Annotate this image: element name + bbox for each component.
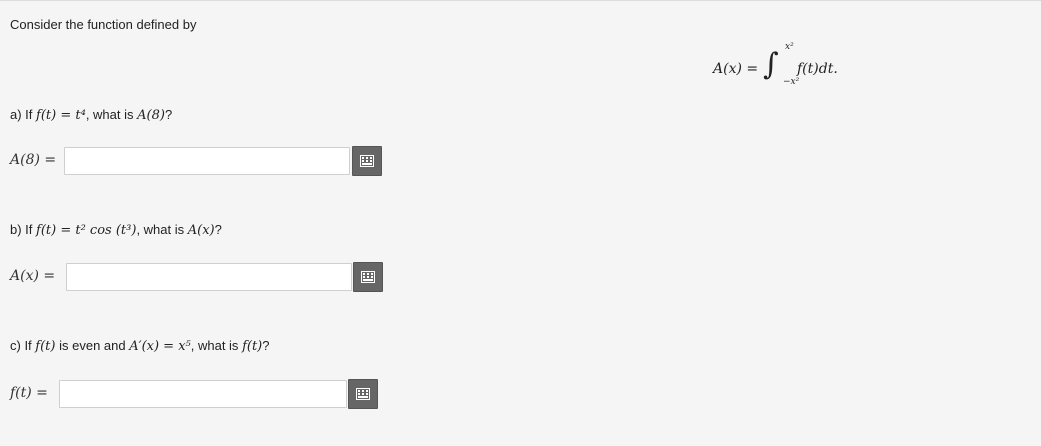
keypad-icon [356,388,370,400]
answer-b-input[interactable] [66,263,352,291]
answer-a-input[interactable] [64,147,350,175]
integral-sign: ∫ [763,47,779,82]
question-c-question2: , what is [190,338,239,353]
top-divider [0,0,1041,1]
question-a: a) If f(t) = t⁴, what is A(8)? [10,107,172,124]
question-a-prefix: a) If [10,107,33,122]
question-b-condition: f(t) = t² cos (t³) [36,223,137,238]
answer-b-label: A(x) = [10,268,56,284]
answer-c-keypad-button[interactable] [348,379,378,409]
answer-c-label: f(t) = [10,385,48,401]
question-b-end: ? [214,222,222,237]
keypad-icon [361,271,375,283]
question-c-extra: A′(x) = x⁵ [129,339,191,354]
integrand: f(t)dt. [797,61,838,77]
answer-c-input[interactable] [59,380,347,408]
answer-a-label: A(8) = [10,152,57,168]
question-a-target: A(8) [137,108,165,123]
answer-b-keypad-button[interactable] [353,262,383,292]
definition-lhs: A(x) = [713,61,759,77]
question-a-end: ? [164,107,173,122]
question-c: c) If f(t) is even and A′(x) = x⁵, what … [10,338,269,355]
question-b: b) If f(t) = t² cos (t³), what is A(x)? [10,222,222,239]
question-a-condition: f(t) = t⁴ [36,108,86,123]
integral-lower-limit: −x² [783,77,800,87]
question-b-prefix: b) If [10,222,33,237]
question-b-question: , what is [136,222,185,237]
intro-text: Consider the function defined by [10,17,197,32]
question-c-question: is even and [59,338,126,353]
question-c-target: f(t) [242,339,263,354]
question-c-end: ? [262,338,270,353]
keypad-icon [360,155,374,167]
question-c-prefix: c) If [10,338,32,353]
integral-upper-limit: x² [785,42,794,52]
answer-a-keypad-button[interactable] [352,146,382,176]
question-a-question: , what is [85,107,134,122]
question-c-condition: f(t) [35,339,56,354]
question-b-target: A(x) [187,223,215,238]
